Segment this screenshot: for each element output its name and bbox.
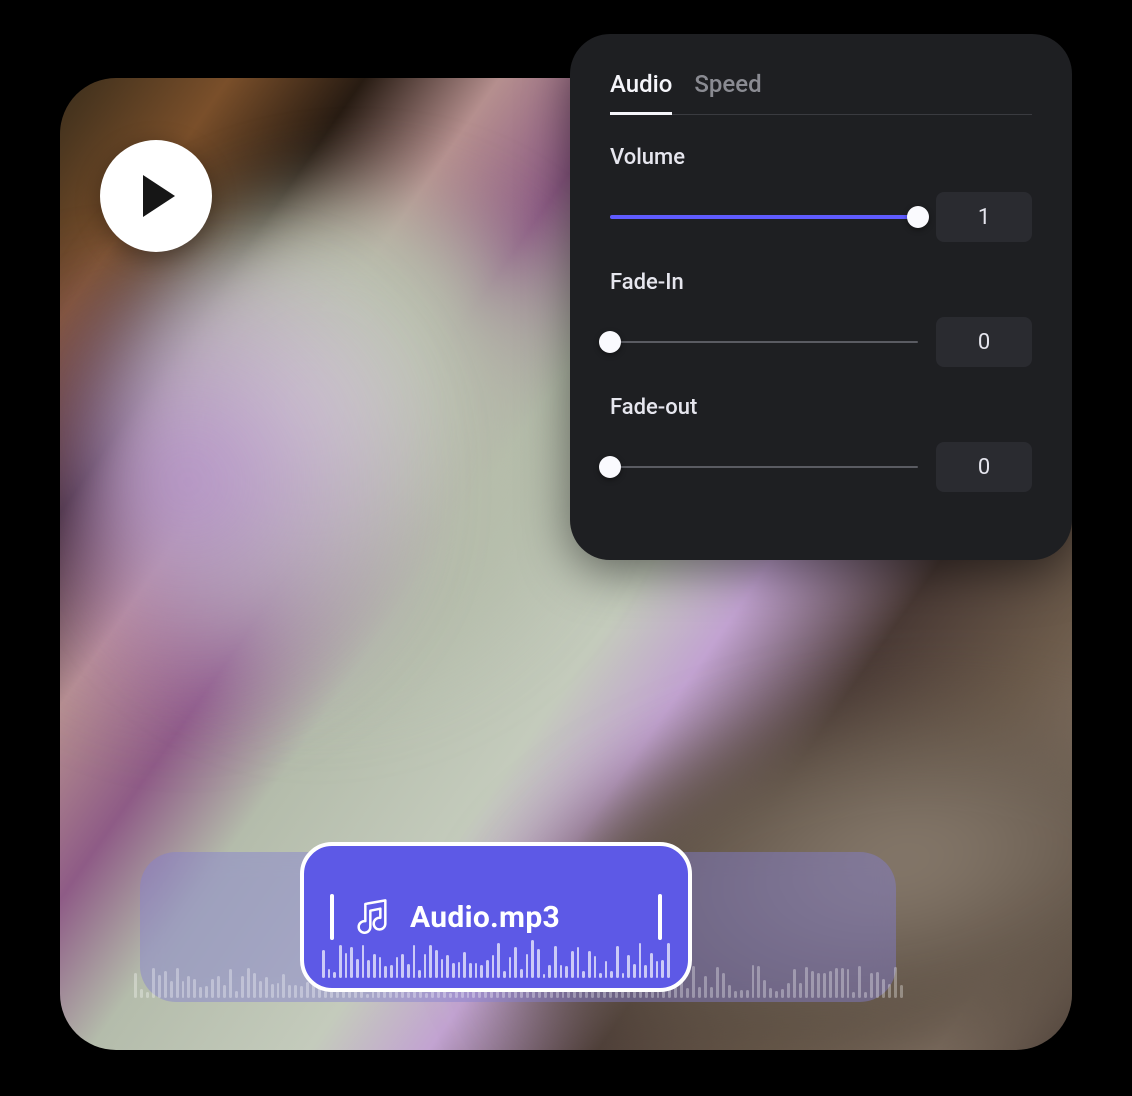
fade-in-label: Fade-In — [610, 270, 1032, 295]
volume-value[interactable]: 1 — [936, 192, 1032, 242]
tabs: Audio Speed — [610, 70, 1032, 115]
lighting-glow — [60, 258, 440, 818]
timeline-track[interactable]: Audio.mp3 — [140, 852, 896, 1002]
play-button[interactable] — [100, 140, 212, 252]
fade-out-slider[interactable] — [610, 451, 918, 483]
clip-waveform — [304, 934, 688, 978]
control-fade-out: Fade-out 0 — [610, 395, 1032, 492]
fade-out-label: Fade-out — [610, 395, 1032, 420]
fade-in-slider[interactable] — [610, 326, 918, 358]
music-note-icon — [352, 897, 392, 937]
tab-speed[interactable]: Speed — [694, 70, 761, 115]
audio-clip[interactable]: Audio.mp3 — [300, 842, 692, 992]
fade-in-value[interactable]: 0 — [936, 317, 1032, 367]
volume-label: Volume — [610, 145, 1032, 170]
volume-slider[interactable] — [610, 201, 918, 233]
tabs-divider — [610, 114, 1032, 115]
fade-out-value[interactable]: 0 — [936, 442, 1032, 492]
control-volume: Volume 1 — [610, 145, 1032, 242]
audio-controls-panel: Audio Speed Volume 1 Fade-In 0 Fade-o — [570, 34, 1072, 560]
play-icon — [139, 173, 179, 219]
control-fade-in: Fade-In 0 — [610, 270, 1032, 367]
tab-audio[interactable]: Audio — [610, 70, 672, 115]
clip-handle-right[interactable] — [658, 894, 662, 940]
clip-handle-left[interactable] — [330, 894, 334, 940]
clip-filename: Audio.mp3 — [410, 900, 560, 935]
